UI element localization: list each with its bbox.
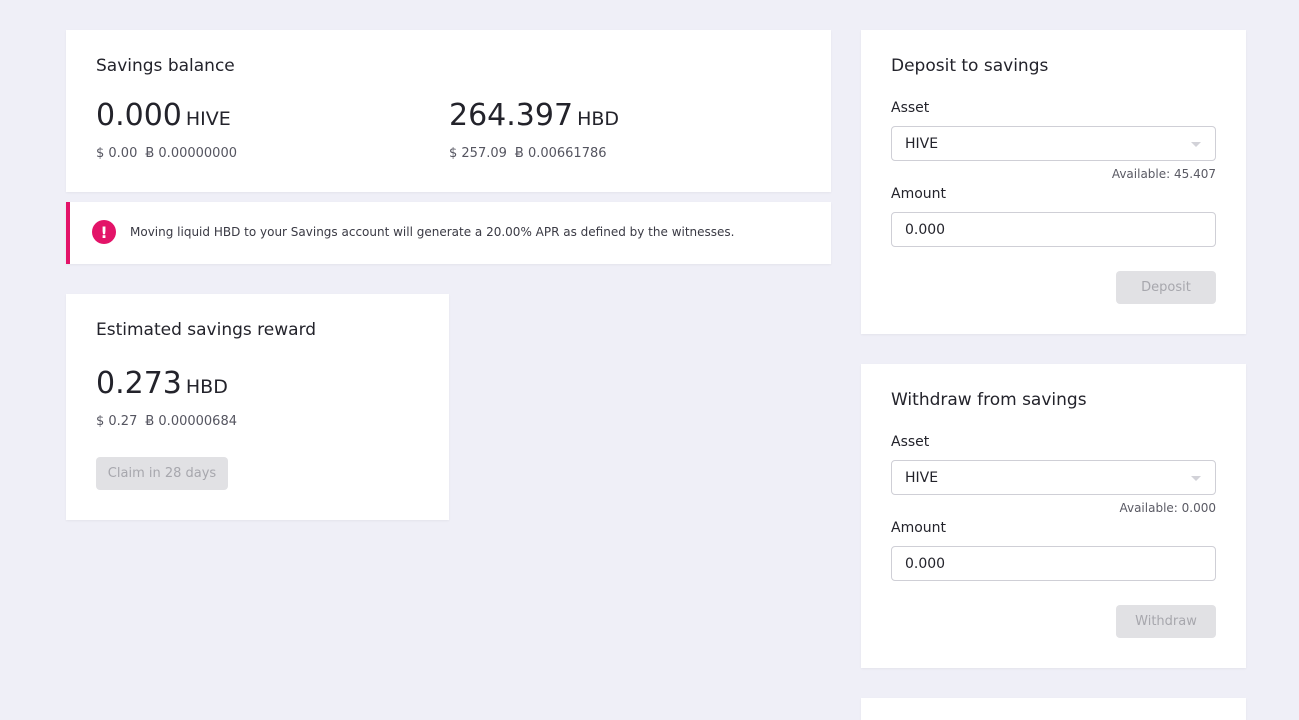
reward-usd-value: $ 0.27 bbox=[96, 414, 138, 429]
deposit-asset-select[interactable]: HIVE bbox=[891, 126, 1216, 161]
withdraw-card: Withdraw from savings Asset HIVE Availab… bbox=[861, 364, 1246, 668]
deposit-button[interactable]: Deposit bbox=[1116, 271, 1216, 304]
reward-amount: 0.273 HBD bbox=[96, 366, 228, 401]
withdraw-amount-label: Amount bbox=[891, 520, 947, 536]
apr-info-banner: ! Moving liquid HBD to your Savings acco… bbox=[66, 202, 831, 264]
reward-amount-unit: HBD bbox=[185, 376, 228, 398]
hbd-balance-values: $ 257.09 Ƀ 0.00661786 bbox=[449, 146, 607, 161]
withdraw-amount-input[interactable]: 0.000 bbox=[891, 546, 1216, 581]
withdraw-button[interactable]: Withdraw bbox=[1116, 605, 1216, 638]
withdraw-asset-value: HIVE bbox=[905, 469, 939, 486]
reward-values: $ 0.27 Ƀ 0.00000684 bbox=[96, 414, 237, 429]
withdraw-available: Available: 0.000 bbox=[1119, 501, 1216, 515]
reward-btc-value: Ƀ 0.00000684 bbox=[145, 414, 237, 429]
savings-balance-title: Savings balance bbox=[96, 56, 235, 76]
estimated-reward-title: Estimated savings reward bbox=[96, 320, 317, 340]
hbd-balance: 264.397 HBD bbox=[449, 98, 619, 133]
savings-balance-card: Savings balance 0.000 HIVE $ 0.00 Ƀ 0.0000… bbox=[66, 30, 831, 192]
chevron-down-icon bbox=[1191, 142, 1201, 147]
withdraw-asset-select[interactable]: HIVE bbox=[891, 460, 1216, 495]
hbd-usd-value: $ 257.09 bbox=[449, 146, 507, 161]
hive-btc-value: Ƀ 0.00000000 bbox=[145, 146, 237, 161]
hive-balance: 0.000 HIVE bbox=[96, 98, 231, 133]
hbd-btc-value: Ƀ 0.00661786 bbox=[514, 146, 607, 161]
deposit-amount-input[interactable]: 0.000 bbox=[891, 212, 1216, 247]
deposit-available: Available: 45.407 bbox=[1111, 167, 1216, 181]
reward-amount-value: 0.273 bbox=[96, 366, 182, 401]
hive-balance-amount: 0.000 bbox=[96, 98, 182, 133]
estimated-reward-card: Estimated savings reward 0.273 HBD $ 0.27… bbox=[66, 294, 449, 520]
hive-usd-value: $ 0.00 bbox=[96, 146, 138, 161]
partial-card bbox=[861, 698, 1246, 720]
claim-button[interactable]: Claim in 28 days bbox=[96, 457, 228, 490]
alert-icon: ! bbox=[92, 220, 116, 244]
apr-info-text: Moving liquid HBD to your Savings accoun… bbox=[130, 225, 735, 239]
hbd-balance-unit: HBD bbox=[577, 108, 620, 130]
deposit-card: Deposit to savings Asset HIVE Available:… bbox=[861, 30, 1246, 334]
hive-balance-values: $ 0.00 Ƀ 0.00000000 bbox=[96, 146, 237, 161]
deposit-asset-value: HIVE bbox=[905, 135, 939, 152]
deposit-amount-label: Amount bbox=[891, 186, 947, 202]
hive-balance-unit: HIVE bbox=[185, 108, 231, 130]
chevron-down-icon bbox=[1191, 476, 1201, 481]
deposit-title: Deposit to savings bbox=[891, 56, 1049, 76]
withdraw-title: Withdraw from savings bbox=[891, 390, 1087, 410]
hbd-balance-amount: 264.397 bbox=[449, 98, 574, 133]
withdraw-asset-label: Asset bbox=[891, 434, 930, 450]
deposit-asset-label: Asset bbox=[891, 100, 930, 116]
